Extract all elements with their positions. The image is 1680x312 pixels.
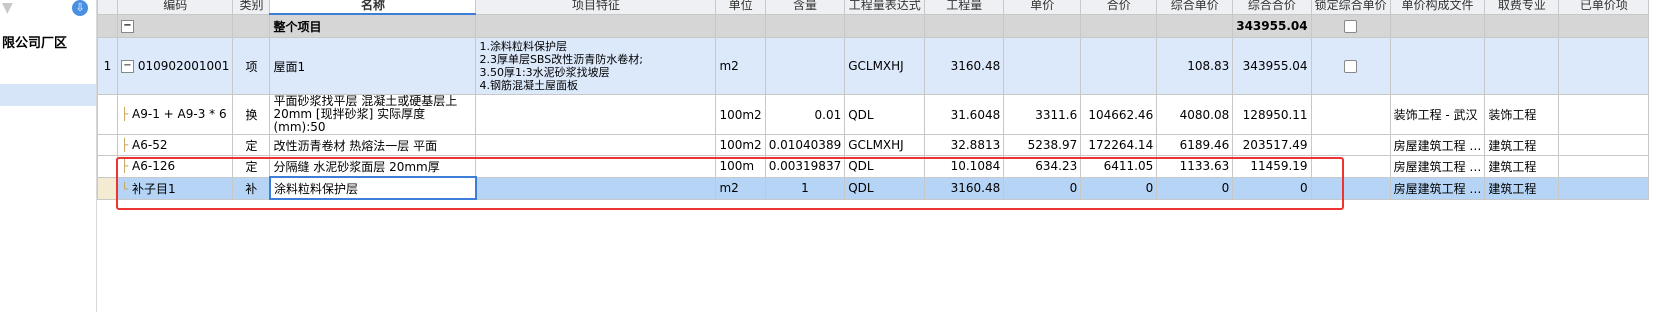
code-cell[interactable]: ├ A9-1 + A9-3 * 6 xyxy=(116,94,234,135)
header-unit-price[interactable]: 综合单价 xyxy=(1156,0,1234,15)
major-cell[interactable]: 装饰工程 xyxy=(1484,94,1560,135)
expr-cell[interactable]: QDL xyxy=(844,94,926,135)
code-cell[interactable]: − 010902001001 xyxy=(116,37,234,95)
header-major[interactable]: 取费专业 xyxy=(1484,0,1560,15)
highlight-annotation-frame xyxy=(116,157,1344,210)
type-cell[interactable]: 项 xyxy=(232,37,271,95)
lock-checkbox[interactable] xyxy=(1344,19,1358,33)
header-expr[interactable]: 工程量表达式 xyxy=(844,0,926,15)
header-features[interactable]: 项目特征 xyxy=(475,0,717,15)
header-lock[interactable]: 锁定综合单价 xyxy=(1310,0,1391,15)
features-cell[interactable]: 1.涂料粒料保护层 2.3厚单层SBS改性沥青防水卷材; 3.50厚1:3水泥砂… xyxy=(475,37,717,95)
lock-checkbox[interactable] xyxy=(1344,60,1358,73)
header-amount[interactable]: 合价 xyxy=(1080,0,1158,15)
download-icon[interactable]: ⇩ xyxy=(72,0,88,16)
header-content[interactable]: 含量 xyxy=(764,0,846,15)
total-cell: 128950.11 xyxy=(1232,94,1312,135)
name-cell[interactable]: 改性沥青卷材 热熔法一层 平面 xyxy=(269,134,477,156)
amount-cell: 104662.46 xyxy=(1080,94,1158,135)
unit-cell[interactable]: 100m2 xyxy=(715,94,766,135)
total-cell: 203517.49 xyxy=(1232,134,1312,156)
expr-cell[interactable]: GCLMXHJ xyxy=(844,134,926,156)
unit-cell[interactable]: 100m2 xyxy=(715,134,766,156)
qty-cell[interactable]: 31.6048 xyxy=(924,94,1005,135)
quota-row[interactable]: ├ A9-1 + A9-3 * 6 换 平面砂浆找平层 混凝土或硬基层上20mm… xyxy=(97,94,1650,135)
price-cell: 5238.97 xyxy=(1003,134,1082,156)
unit-cell[interactable]: m2 xyxy=(715,37,766,95)
content-cell[interactable]: 0.01040389 xyxy=(764,134,846,156)
total-cell: 343955.04 xyxy=(1232,37,1312,95)
row-num xyxy=(97,13,118,38)
expr-cell[interactable]: GCLMXHJ xyxy=(844,37,926,95)
unit-price-cell: 4080.08 xyxy=(1156,94,1234,135)
collapse-icon[interactable]: − xyxy=(121,19,134,33)
header-price[interactable]: 单价 xyxy=(1003,0,1082,15)
selected-tree-item[interactable] xyxy=(0,84,96,106)
left-panel: ▼ ⇩ 限公司厂区 xyxy=(0,0,97,312)
major-cell[interactable]: 建筑工程 xyxy=(1484,176,1560,200)
header-name[interactable]: 名称 xyxy=(269,0,477,15)
total-cell: 343955.04 xyxy=(1232,13,1312,38)
header-corner xyxy=(97,0,118,15)
unit-price-cell: 6189.46 xyxy=(1156,134,1234,156)
file-cell[interactable]: 房屋建筑工程 … xyxy=(1389,155,1486,178)
header-type[interactable]: 类别 xyxy=(232,0,271,15)
total-row[interactable]: − 整个项目 343955.04 xyxy=(97,13,1650,38)
company-label: 限公司厂区 xyxy=(2,36,68,51)
price-cell: 3311.6 xyxy=(1003,94,1082,135)
header-code[interactable]: 编码 xyxy=(116,0,234,15)
major-cell[interactable]: 建筑工程 xyxy=(1484,155,1560,178)
header-file[interactable]: 单价构成文件 xyxy=(1389,0,1486,15)
code-cell[interactable]: ├ A6-52 xyxy=(116,134,234,156)
lock-cell xyxy=(1310,37,1391,95)
arrow-down-icon[interactable]: ▼ xyxy=(2,0,13,16)
file-cell[interactable]: 装饰工程 - 武汉 xyxy=(1389,94,1486,135)
qty-cell[interactable]: 32.8813 xyxy=(924,134,1005,156)
name-cell[interactable]: 平面砂浆找平层 混凝土或硬基层上20mm [现拌砂浆] 实际厚度(mm):50 xyxy=(269,94,477,135)
header-extra[interactable]: 已单价项 xyxy=(1558,0,1650,15)
content-cell[interactable]: 0.01 xyxy=(764,94,846,135)
collapse-icon[interactable]: − xyxy=(121,60,134,73)
row-num xyxy=(97,176,118,200)
file-cell[interactable]: 房屋建筑工程 … xyxy=(1389,134,1486,156)
type-cell[interactable]: 换 xyxy=(232,94,271,135)
lock-cell xyxy=(1310,13,1391,38)
code-cell: − xyxy=(116,13,234,38)
unit-price-cell: 108.83 xyxy=(1156,37,1234,95)
major-cell[interactable]: 建筑工程 xyxy=(1484,134,1560,156)
name-cell[interactable]: 屋面1 xyxy=(269,37,477,95)
header-qty[interactable]: 工程量 xyxy=(924,0,1005,15)
file-cell[interactable]: 房屋建筑工程 … xyxy=(1389,176,1486,200)
qty-cell[interactable]: 3160.48 xyxy=(924,37,1005,95)
amount-cell: 172264.14 xyxy=(1080,134,1158,156)
row-num: 1 xyxy=(97,37,118,95)
bill-item-row[interactable]: 1 − 010902001001 项 屋面1 1.涂料粒料保护层 2.3厚单层S… xyxy=(97,37,1650,95)
name-cell[interactable]: 整个项目 xyxy=(269,13,477,38)
header-unit[interactable]: 单位 xyxy=(715,0,766,15)
header-row: 编码 类别 名称 项目特征 单位 含量 工程量表达式 工程量 单价 合价 综合单… xyxy=(97,0,1650,15)
header-total[interactable]: 综合合价 xyxy=(1232,0,1312,15)
quota-row[interactable]: ├ A6-52 定 改性沥青卷材 热熔法一层 平面 100m2 0.010403… xyxy=(97,134,1650,156)
type-cell[interactable]: 定 xyxy=(232,134,271,156)
